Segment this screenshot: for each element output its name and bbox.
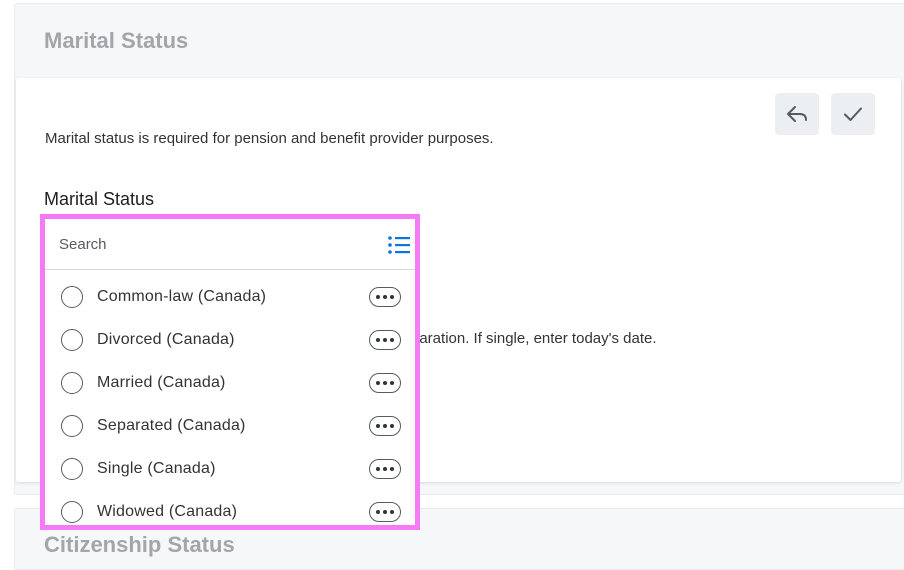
option-single[interactable]: Single (Canada) [45,449,415,492]
more-options-button[interactable] [369,287,401,307]
more-options-button[interactable] [369,502,401,522]
option-widowed[interactable]: Widowed (Canada) [45,492,415,535]
marital-status-dropdown: Common-law (Canada) Divorced (Canada) Ma… [40,214,420,530]
cancel-button[interactable] [775,93,819,135]
radio-button[interactable] [61,372,83,394]
option-common-law[interactable]: Common-law (Canada) [45,277,415,320]
radio-button[interactable] [61,415,83,437]
option-label: Divorced (Canada) [97,331,235,348]
section-title: Marital Status [44,28,189,53]
option-separated[interactable]: Separated (Canada) [45,406,415,449]
option-divorced[interactable]: Divorced (Canada) [45,320,415,363]
search-input[interactable] [59,233,359,255]
list-icon[interactable] [387,234,411,256]
radio-button[interactable] [61,458,83,480]
option-label: Separated (Canada) [97,417,246,434]
option-label: Widowed (Canada) [97,503,238,520]
save-button[interactable] [831,93,875,135]
more-options-button[interactable] [369,416,401,436]
radio-button[interactable] [61,329,83,351]
instruction-text: paration. If single, enter today's date. [411,330,657,347]
marital-status-label: Marital Status [44,189,155,209]
option-label: Common-law (Canada) [97,288,267,305]
checkmark-icon [844,107,862,121]
more-options-button[interactable] [369,459,401,479]
option-label: Married (Canada) [97,374,226,391]
citizenship-section-title: Citizenship Status [44,532,235,557]
more-options-button[interactable] [369,373,401,393]
option-label: Single (Canada) [97,460,216,477]
radio-button[interactable] [61,501,83,523]
radio-button[interactable] [61,286,83,308]
more-options-button[interactable] [369,330,401,350]
dropdown-search-bar [45,219,415,270]
option-married[interactable]: Married (Canada) [45,363,415,406]
description-text: Marital status is required for pension a… [45,130,494,147]
reply-arrow-icon [787,106,807,122]
